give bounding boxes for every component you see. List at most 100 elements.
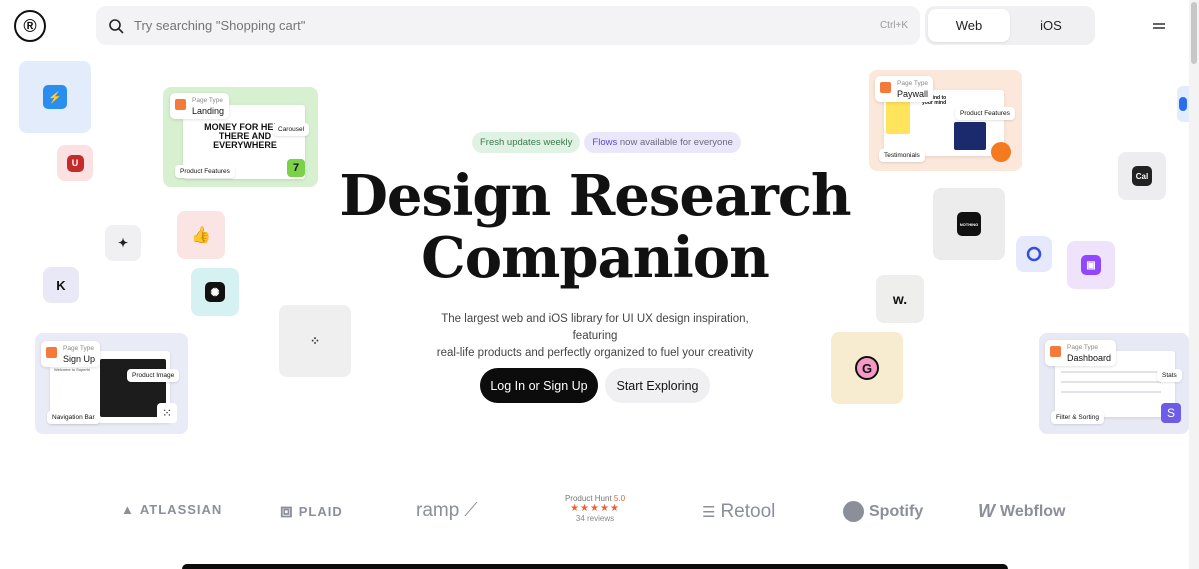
tab-web[interactable]: Web (928, 9, 1010, 42)
app-tile-loader[interactable]: ⁘ (279, 305, 351, 377)
search-shortcut: Ctrl+K (879, 20, 908, 31)
app-tile-klarna[interactable]: K (43, 267, 79, 303)
chip-stats: Stats (1157, 369, 1182, 382)
card-landing[interactable]: MONEY FOR HERE THERE AND EVERYWHERE Page… (163, 87, 318, 187)
page-type-icon (880, 82, 891, 93)
product-hunt-reviews: 34 reviews (575, 514, 615, 523)
product-hunt-title: Product Hunt 5.0 (560, 494, 630, 503)
app-tile-target[interactable] (1016, 236, 1052, 272)
signup-snippet: Welcome to Superhi (54, 367, 90, 372)
star-rating-icon: ★★★★★ (570, 503, 620, 514)
logo-ramp: ramp ⟋ (416, 500, 478, 522)
dashboard-row (1061, 371, 1161, 373)
page-type-tag: Page Type Sign Up (41, 341, 101, 367)
flows-highlight: Flows (592, 137, 618, 148)
bottom-section-preview (182, 564, 1008, 569)
k-logo-icon: K (56, 277, 66, 293)
search-bar[interactable]: Ctrl+K (96, 6, 920, 45)
chip-carousel: Carousel (273, 123, 310, 136)
target-icon (1026, 246, 1042, 262)
hero-subtitle: The largest web and iOS library for UI U… (420, 311, 770, 362)
atlassian-icon: ▲ (121, 502, 135, 517)
atlassian-label: ATLASSIAN (139, 502, 223, 517)
app-tile-edge[interactable] (1177, 86, 1189, 122)
hero-title: Design Research Companion (300, 165, 890, 289)
app-tile-twitch[interactable]: ▣ (1067, 241, 1115, 289)
chip-product-features: Product Features (955, 107, 1015, 120)
hero-title-line1: Design Research (339, 163, 851, 229)
app-logo[interactable]: ® (14, 10, 46, 42)
app-tile-red[interactable]: U (57, 145, 93, 181)
dashboard-row (1061, 391, 1161, 393)
product-hunt-rating: Product Hunt 5.0 ★★★★★ 34 reviews (560, 494, 630, 523)
app-tile-sparkle[interactable]: ✦ (105, 225, 141, 261)
hero-subtitle-line2: real-life products and perfectly organiz… (436, 347, 754, 359)
tab-ios[interactable]: iOS (1010, 9, 1092, 42)
orange-circle-icon (991, 142, 1011, 162)
logo-retool: ☰ Retool (702, 501, 775, 523)
retool-label: Retool (720, 501, 776, 522)
chip-product-image: Product Image (127, 369, 180, 382)
sparkle-icon: ✦ (117, 236, 129, 250)
app-tile-g[interactable]: G (831, 332, 903, 404)
page-type-tag: Page Type Paywall (875, 76, 934, 102)
page-type-value: Dashboard (1067, 353, 1112, 363)
start-exploring-button[interactable]: Start Exploring (605, 368, 710, 403)
logo-atlassian: ▲ ATLASSIAN (121, 502, 222, 517)
cal-logo-icon: Cal (1132, 166, 1152, 186)
hand-icon: 👍 (191, 227, 211, 244)
page-type-label: Page Type (63, 345, 94, 352)
chip-navigation-bar: Navigation Bar (47, 411, 100, 424)
product-hunt-score: 5.0 (613, 494, 626, 503)
webflow-label: Webflow (1000, 502, 1066, 520)
plaid-label: PLAID (298, 504, 343, 519)
page-type-value: Sign Up (63, 354, 96, 364)
page-type-tag: Page Type Landing (170, 93, 230, 119)
blue-logo-icon (1179, 97, 1187, 111)
page-type-icon (1050, 346, 1061, 357)
menu-button[interactable] (1144, 12, 1174, 40)
logo-plaid: ⧈ PLAID (280, 500, 343, 523)
ramp-icon: ⟋ (464, 500, 478, 521)
app-tile-hand[interactable]: 👍 (177, 211, 225, 259)
ramp-label: ramp (416, 500, 460, 521)
page-type-value: Landing (192, 106, 225, 116)
page-type-label: Page Type (192, 97, 223, 104)
nothing-logo-icon: NOTHING (957, 212, 981, 236)
plaid-icon: ⧈ (280, 500, 294, 522)
app-tile-nothing[interactable]: NOTHING (933, 188, 1005, 260)
updates-pill[interactable]: Fresh updates weekly (472, 132, 581, 153)
page-type-label: Page Type (1067, 344, 1098, 351)
search-icon (109, 18, 124, 33)
loader-icon: ⁘ (309, 334, 321, 348)
product-hunt-label: Product Hunt (564, 494, 612, 503)
webflow-icon: W (978, 501, 995, 521)
page-type-value: Paywall (897, 89, 929, 99)
app-tile-freshdesk[interactable]: ⚡ (19, 61, 91, 133)
page-type-tag: Page Type Dashboard (1045, 340, 1117, 366)
page-type-label: Page Type (897, 80, 928, 87)
card-signup[interactable]: Welcome to Superhi Page Type Sign Up Pro… (35, 333, 188, 434)
spotify-icon (843, 501, 864, 522)
page-type-icon (175, 99, 186, 110)
search-input[interactable] (134, 18, 880, 33)
hero-title-line2: Companion (421, 225, 770, 291)
card-dashboard[interactable]: Page Type Dashboard Stats Filter & Sorti… (1039, 333, 1189, 434)
flows-pill[interactable]: Flows now available for everyone (584, 132, 741, 153)
spotify-label: Spotify (869, 502, 924, 520)
bolt-icon: ⚡ (43, 85, 67, 109)
app-tile-cal[interactable]: Cal (1118, 152, 1166, 200)
scrollbar[interactable] (1189, 0, 1199, 569)
login-signup-button[interactable]: Log In or Sign Up (480, 368, 598, 403)
flows-text: now available for everyone (617, 137, 733, 148)
pattern-icon: ✺ (205, 282, 225, 302)
logo-webflow: W Webflow (978, 501, 1065, 522)
hero-subtitle-line1: The largest web and iOS library for UI U… (441, 313, 749, 342)
announcement-pills: Fresh updates weekly Flows now available… (472, 132, 741, 153)
scrollbar-thumb[interactable] (1191, 2, 1197, 64)
dashboard-row (1061, 381, 1161, 383)
app-tile-grid[interactable]: ✺ (191, 268, 239, 316)
w-logo-icon: w. (892, 291, 908, 307)
dots-logo-icon: ⁙ (157, 403, 177, 423)
card-paywall[interactable]: Be kind to your mind Page Type Paywall P… (869, 70, 1022, 171)
